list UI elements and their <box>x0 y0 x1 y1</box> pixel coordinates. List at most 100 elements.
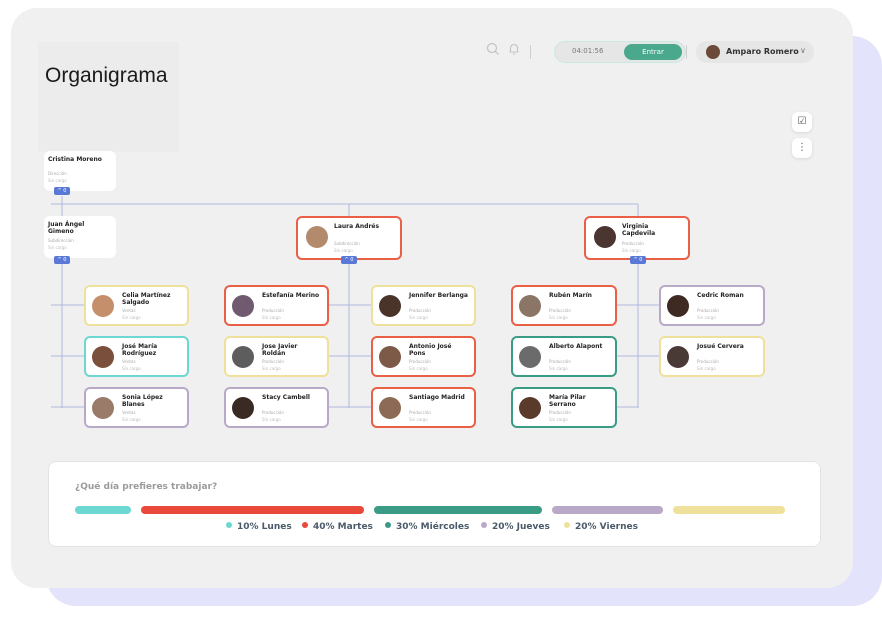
card-dept: Producción <box>262 308 284 313</box>
legend-label: 20% Jueves <box>492 522 550 532</box>
card-dept: Producción <box>697 359 719 364</box>
org-card-member[interactable]: Alberto Alapont Producción Sin cargo <box>511 336 617 377</box>
card-name: Jose Javier Roldán <box>262 343 298 357</box>
card-name: Estefanía Merino <box>262 292 320 299</box>
card-role: Sin cargo <box>334 248 353 253</box>
legend-dot <box>385 522 391 528</box>
card-role: Sin cargo <box>48 178 67 183</box>
legend-label: 30% Miércoles <box>396 522 470 532</box>
card-name: Josué Cervera <box>697 343 744 350</box>
org-card-sub[interactable]: Laura Andrés Subdirección Sin cargo <box>296 216 402 260</box>
poll-card: ¿Qué día prefieres trabajar? 10% Lunes 4… <box>48 461 821 547</box>
poll-bar <box>140 506 365 514</box>
org-card-member[interactable]: José María Rodríguez Ventas Sin cargo <box>84 336 189 377</box>
card-role: Sin cargo <box>122 315 141 320</box>
org-card-member[interactable]: Estefanía Merino Producción Sin cargo <box>224 285 329 326</box>
card-role: Sin cargo <box>409 366 428 371</box>
avatar <box>92 295 114 317</box>
legend-label: 20% Viernes <box>575 522 638 532</box>
card-dept: Subdirección <box>48 238 74 243</box>
avatar <box>519 346 541 368</box>
card-dept: Producción <box>262 359 284 364</box>
card-name: Rubén Marín <box>549 292 592 299</box>
avatar <box>232 346 254 368</box>
avatar <box>232 397 254 419</box>
legend-label: 10% Lunes <box>237 522 292 532</box>
card-dept: Producción <box>549 359 571 364</box>
card-name: Sonia López Blanes <box>122 394 163 408</box>
avatar <box>594 226 616 248</box>
card-role: Sin cargo <box>122 417 141 422</box>
card-dept: Producción <box>549 308 571 313</box>
card-name: Antonio José Pons <box>409 343 452 357</box>
poll-bar <box>75 506 131 514</box>
org-card-member[interactable]: Stacy Cambell Producción Sin cargo <box>224 387 329 428</box>
org-card-member[interactable]: Celia Martínez Salgado Ventas Sin cargo <box>84 285 189 326</box>
legend-dot <box>302 522 308 528</box>
org-card-member[interactable]: Josué Cervera Producción Sin cargo <box>659 336 765 377</box>
poll-bar <box>374 506 542 514</box>
org-card-member[interactable]: Antonio José Pons Producción Sin cargo <box>371 336 476 377</box>
card-role: Sin cargo <box>549 315 568 320</box>
org-card-member[interactable]: Cedric Roman Producción Sin cargo <box>659 285 765 326</box>
org-card-sub[interactable]: Virginia Capdevila Producción Sin cargo <box>584 216 690 260</box>
org-card-sub[interactable]: Juan Ángel Gimeno Subdirección Sin cargo <box>44 216 116 258</box>
card-dept: Dirección <box>48 171 67 176</box>
card-role: Sin cargo <box>697 315 716 320</box>
card-name: Santiago Madrid <box>409 394 465 401</box>
avatar <box>667 346 689 368</box>
card-name: Jennifer Berlanga <box>409 292 468 299</box>
card-role: Sin cargo <box>622 248 641 253</box>
avatar <box>667 295 689 317</box>
org-card-top[interactable]: Cristina Moreno Dirección Sin cargo <box>44 151 116 191</box>
card-dept: Producción <box>549 410 571 415</box>
legend-label: 40% Martes <box>313 522 373 532</box>
card-dept: Producción <box>622 241 644 246</box>
legend-dot <box>481 522 487 528</box>
card-name: Cedric Roman <box>697 292 744 299</box>
card-role: Sin cargo <box>262 417 281 422</box>
legend-dot <box>564 522 570 528</box>
card-name: María Pilar Serrano <box>549 394 586 408</box>
expand-toggle[interactable]: ^ 0 <box>54 256 70 264</box>
card-role: Sin cargo <box>262 315 281 320</box>
org-card-member[interactable]: Rubén Marín Producción Sin cargo <box>511 285 617 326</box>
poll-legend-viernes: 20% Viernes <box>564 522 638 532</box>
poll-legend-lunes: 10% Lunes <box>226 522 292 532</box>
avatar <box>519 397 541 419</box>
card-name: Laura Andrés <box>334 223 380 230</box>
poll-legend-martes: 40% Martes <box>302 522 373 532</box>
card-name: Virginia Capdevila <box>622 223 656 237</box>
card-dept: Subdirección <box>334 241 360 246</box>
expand-toggle[interactable]: ^ 0 <box>630 256 646 264</box>
org-card-member[interactable]: Sonia López Blanes Ventas Sin cargo <box>84 387 189 428</box>
avatar <box>92 346 114 368</box>
legend-dot <box>226 522 232 528</box>
poll-bar <box>551 506 664 514</box>
card-name: Alberto Alapont <box>549 343 603 350</box>
card-dept: Ventas <box>122 359 136 364</box>
card-role: Sin cargo <box>549 366 568 371</box>
avatar <box>379 346 401 368</box>
expand-toggle[interactable]: ^ 0 <box>54 187 70 195</box>
org-card-member[interactable]: Santiago Madrid Producción Sin cargo <box>371 387 476 428</box>
org-card-member[interactable]: María Pilar Serrano Producción Sin cargo <box>511 387 617 428</box>
org-card-member[interactable]: Jose Javier Roldán Producción Sin cargo <box>224 336 329 377</box>
app-window: Organigrama 04:01:56 Entrar Amparo Romer… <box>11 8 853 588</box>
poll-bar <box>673 506 785 514</box>
card-role: Sin cargo <box>697 366 716 371</box>
card-dept: Producción <box>697 308 719 313</box>
card-role: Sin cargo <box>48 245 67 250</box>
card-dept: Ventas <box>122 410 136 415</box>
card-name: Celia Martínez Salgado <box>122 292 171 306</box>
org-card-member[interactable]: Jennifer Berlanga Producción Sin cargo <box>371 285 476 326</box>
poll-legend-miercoles: 30% Miércoles <box>385 522 469 532</box>
expand-toggle[interactable]: ^ 0 <box>341 256 357 264</box>
avatar <box>379 295 401 317</box>
card-name: José María Rodríguez <box>122 343 158 357</box>
card-name: Juan Ángel Gimeno <box>48 221 85 235</box>
avatar <box>306 226 328 248</box>
card-dept: Producción <box>409 359 431 364</box>
avatar <box>519 295 541 317</box>
poll-question: ¿Qué día prefieres trabajar? <box>75 482 218 492</box>
